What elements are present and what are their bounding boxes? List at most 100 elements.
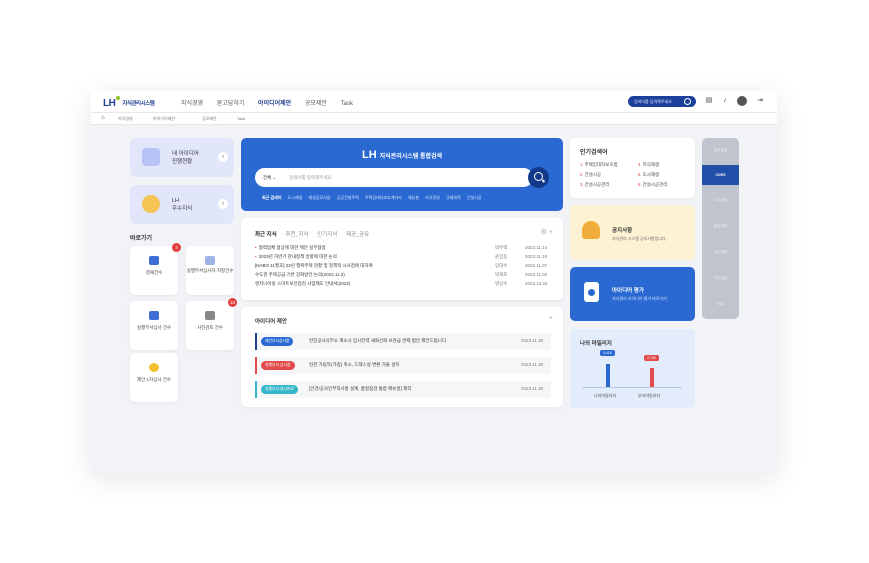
- breadcrumb: ⌂ 지식경영 아이디어제안 공모제안 Task: [91, 113, 777, 125]
- bulb-icon: [149, 363, 159, 372]
- bar-label: 나의마일리지: [594, 393, 617, 398]
- keyword[interactable]: 지식경영: [425, 195, 440, 200]
- clipboard-icon: [205, 311, 215, 320]
- quick-dept-review[interactable]: 실행부서심사 건수: [130, 301, 178, 350]
- tab-shared[interactable]: 제공_공유: [346, 232, 369, 238]
- list-item[interactable]: [NABO 11월호] 22년 행복주택 현황 및 정책적 시사점에 대하여 임…: [255, 263, 551, 269]
- trophy-icon: [142, 195, 160, 213]
- keyword[interactable]: 규제개혁: [446, 195, 461, 200]
- popular-keyword[interactable]: 2 건설시공: [580, 172, 601, 178]
- keyword[interactable]: 도시재생: [288, 195, 303, 200]
- document-icon[interactable]: ▤: [705, 97, 713, 105]
- top-search-input[interactable]: 검색어를 입력해주세요: [628, 96, 696, 107]
- popular-keyword[interactable]: 1 주택임대차보호법: [580, 162, 618, 168]
- breadcrumb-item[interactable]: 지식경영: [118, 116, 133, 122]
- breadcrumb-item[interactable]: Task: [237, 116, 245, 121]
- brand-logo[interactable]: LH 지식관리시스템: [103, 96, 155, 109]
- quick-first-review[interactable]: 제안 1차심사 건수: [130, 353, 178, 402]
- search-icon[interactable]: [684, 98, 691, 105]
- side-item[interactable]: 우수현황: [702, 242, 739, 262]
- quick-approval[interactable]: 결재건수 3: [130, 243, 181, 295]
- status-badge: 실행부서 실시완료: [261, 385, 298, 394]
- bell-icon[interactable]: ♪: [721, 97, 729, 105]
- side-item[interactable]: 공지사항: [702, 216, 739, 236]
- keyword[interactable]: 재능봉: [408, 195, 419, 200]
- keyword[interactable]: 건설시공: [467, 195, 482, 200]
- main-menu: 지식경영 묻고답하기 아이디어제안 공모제안 Task: [181, 98, 365, 107]
- search-icon: [534, 172, 543, 181]
- document-icon: [205, 256, 215, 265]
- home-icon[interactable]: ⌂: [101, 115, 105, 121]
- menu-item-contest[interactable]: 공모제안: [305, 101, 327, 107]
- side-item[interactable]: 우수알람: [702, 190, 739, 210]
- recent-keywords: 최근 검색어 도시재생 재생공모사업 공공건설주택 주택임대차보호계약서 재능봉…: [262, 195, 482, 200]
- popular-keyword[interactable]: 5 도시재생: [638, 172, 659, 178]
- list-item[interactable]: 수도권 주택공급 기반 강화방안 논의(2023.11.2) 박개포 2023.1…: [255, 272, 551, 278]
- popular-search-panel: 인기검색어 1 주택임대차보호법 2 건설시공 3 건설시공관리 4 지식재생 5 도시재…: [570, 138, 695, 198]
- avatar[interactable]: [737, 96, 747, 106]
- gear-icon[interactable]: ⚙: [541, 229, 547, 236]
- logout-icon[interactable]: ⇥: [756, 97, 764, 105]
- keyword[interactable]: 주택임대차보호계약서: [365, 195, 402, 200]
- search-box[interactable]: 전체 ⌄ 검색어를 입력해주세요.: [255, 168, 533, 187]
- list-item[interactable]: • 협력업체 협상에 대한 제안 실무협정 박주택 2023.11.14: [255, 245, 551, 251]
- side-item[interactable]: FAQ: [702, 294, 739, 314]
- search-title: LH 지식관리시스템 통합검색: [361, 149, 443, 161]
- plus-icon[interactable]: +: [549, 315, 553, 322]
- bar-fill: [650, 368, 654, 387]
- search-button[interactable]: [528, 167, 549, 188]
- menu-item-qna[interactable]: 묻고답하기: [217, 101, 245, 107]
- my-idea-status-card[interactable]: 내 아이디어 진행현황 ›: [130, 138, 234, 177]
- lh-best-knowledge-card[interactable]: LH 우수지식 ›: [130, 185, 234, 224]
- top-bar: LH 지식관리시스템 지식경영 묻고답하기 아이디어제안 공모제안 Task 검색…: [91, 91, 777, 113]
- knowledge-tabs: 최근 지식 추천_지식 인기지식 제공_공유: [255, 230, 376, 238]
- menu-item-knowledge[interactable]: 지식경영: [181, 101, 203, 107]
- side-item[interactable]: 공지알림: [702, 140, 739, 160]
- folder-icon: [149, 311, 159, 320]
- chevron-right-icon: ›: [218, 152, 228, 162]
- menu-item-idea[interactable]: 아이디어제안: [258, 101, 291, 107]
- breadcrumb-item[interactable]: 아이디어제안: [153, 116, 175, 122]
- idea-proposal-panel: 아이디어 제안 + 제안부서심사중 현장공사식부소 계소시 임시전력 새화선화 …: [241, 307, 563, 407]
- quick-pre-review[interactable]: 사전검토 건수 10: [186, 298, 237, 350]
- clipboard-icon: [142, 148, 160, 166]
- menu-item-task[interactable]: Task: [341, 101, 353, 107]
- bar-label: 부서마일리지: [638, 393, 661, 398]
- my-mileage-panel: 나의 마일리지 3,415 2,765 나의마일리지 부서마일리지: [570, 329, 695, 408]
- idea-evaluation-card[interactable]: 아이디어 평가 지식관리 아이디어 평가 바로가기: [570, 267, 695, 321]
- keyword[interactable]: 재생공모사업: [309, 195, 331, 200]
- keyword[interactable]: 공공건설주택: [337, 195, 359, 200]
- tab-popular[interactable]: 인기지식: [317, 232, 337, 238]
- search-scope-select[interactable]: 전체 ⌄: [263, 175, 276, 181]
- side-item-active[interactable]: CDRS: [702, 165, 739, 185]
- app-window: LH 지식관리시스템 지식경영 묻고답하기 아이디어제안 공모제안 Task 검색…: [91, 91, 777, 473]
- tab-recent[interactable]: 최근 지식: [255, 232, 277, 238]
- breadcrumb-item[interactable]: 공모제안: [202, 116, 217, 122]
- count-badge: 3: [172, 243, 181, 252]
- side-item[interactable]: 자주질문: [702, 268, 739, 288]
- right-side-menu: 공지알림 CDRS 우수알람 공지사항 우수현황 자주질문 FAQ: [702, 138, 739, 319]
- clipboard-check-icon: [584, 282, 599, 302]
- popular-keyword[interactable]: 4 지식재생: [638, 162, 659, 168]
- bar-value: 2,765: [644, 355, 659, 361]
- list-item[interactable]: 엔지니어링 스마트보안점검 사업제도 안내서(2022) 명상수 2023.10.…: [255, 281, 551, 287]
- plus-icon[interactable]: +: [549, 229, 553, 236]
- popular-keyword[interactable]: 6 건설시공관리: [638, 182, 667, 188]
- quick-dept-reviewer[interactable]: 실행부서심사자 지정건수: [186, 246, 234, 295]
- approval-icon: [149, 256, 159, 265]
- mileage-bar-dept: 2,765: [644, 353, 659, 387]
- search-input[interactable]: 검색어를 입력해주세요.: [289, 175, 333, 181]
- status-badge: 실행부서 심사중: [261, 361, 295, 370]
- quick-links-title: 바로가기: [130, 236, 153, 242]
- list-item[interactable]: • 2023년 하반기 관내정책 방향에 대한 논의 윤임동 2023.11.16: [255, 254, 551, 260]
- table-row[interactable]: 실행부서 실시완료 [인건/공사인부직사항 설계, 품질점검 통합 매뉴얼] 제…: [255, 381, 551, 398]
- tab-recommended[interactable]: 추천_지식: [285, 232, 308, 238]
- chevron-right-icon: ›: [218, 199, 228, 209]
- bell-icon: [582, 221, 600, 239]
- table-row[interactable]: 실행부서 심사중 현관 가림막(가칭) 축소, 드레스실 변환 거울 설치 202…: [255, 357, 551, 374]
- table-row[interactable]: 제안부서심사중 현장공사식부소 계소시 임시전력 새화선화 보관급 면제 법안 …: [255, 333, 551, 350]
- integrated-search: LH 지식관리시스템 통합검색 전체 ⌄ 검색어를 입력해주세요. 최근 검색어 …: [241, 138, 563, 211]
- notice-card[interactable]: 공지사항 지식관리 시스템 공지사항입니다.: [570, 205, 695, 260]
- popular-keyword[interactable]: 3 건설시공관리: [580, 182, 609, 188]
- recent-knowledge-panel: 최근 지식 추천_지식 인기지식 제공_공유 ⚙ + • 협력업체 협상에 대한 …: [241, 218, 563, 300]
